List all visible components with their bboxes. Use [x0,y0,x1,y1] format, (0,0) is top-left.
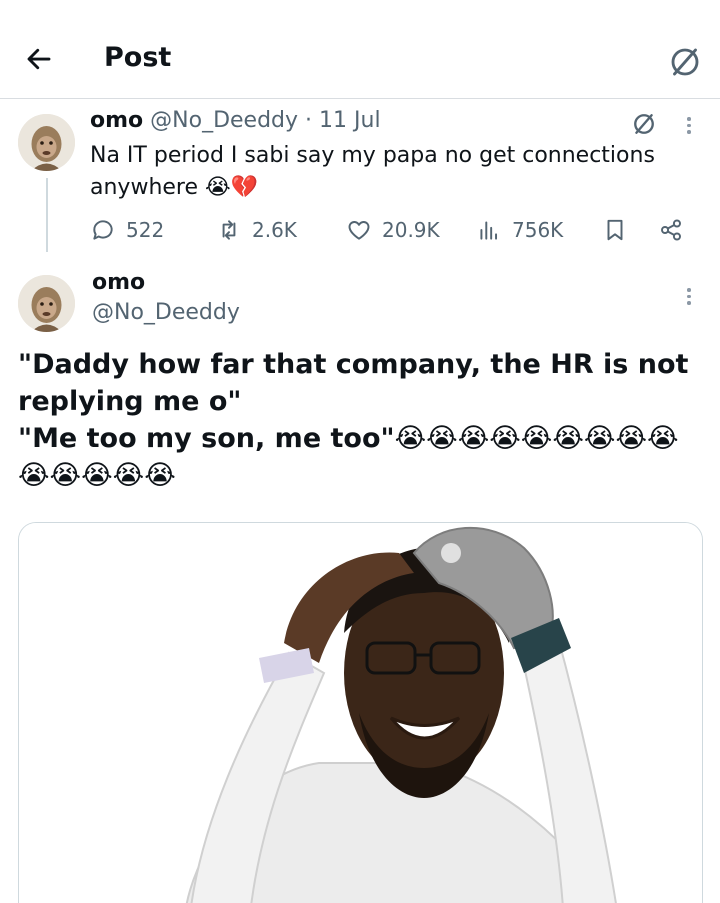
views-count: 756K [512,218,564,242]
share-button[interactable] [658,214,684,246]
parent-tweet-text: Na IT period I sabi say my papa no get c… [90,143,655,200]
thread-connector-line [46,178,48,252]
more-vertical-icon[interactable] [684,285,694,309]
reply-icon [93,220,113,240]
like-button[interactable]: 20.9K [346,214,440,246]
avatar[interactable] [18,114,75,171]
grok-icon[interactable] [667,44,703,80]
author-name[interactable]: omo [90,108,143,133]
tweet-action-bar: 522 2.6K 20.9K 756K [90,214,690,246]
parent-tweet-header: omo @No_Deeddy · 11 Jul [90,108,381,133]
views-button[interactable]: 756K [476,214,563,246]
more-vertical-icon[interactable] [684,114,694,138]
heart-icon [348,221,370,240]
repost-count: 2.6K [252,218,297,242]
main-tweet-text: "Daddy how far that company, the HR is n… [18,346,708,494]
views-chart-icon [480,221,498,240]
reply-button[interactable]: 522 [90,214,164,246]
arrow-left-icon[interactable] [24,44,54,74]
author-handle[interactable]: @No_Deeddy [150,108,298,133]
monkey-avatar-image [18,275,75,332]
main-tweet-text-line: replying me o" [18,386,242,417]
page-title: Post [104,42,172,73]
bookmark-icon [607,219,623,241]
share-icon [661,219,681,241]
bookmark-button[interactable] [602,214,628,246]
separator-dot: · [305,108,313,133]
main-tweet-text-line: "Daddy how far that company, the HR is n… [18,349,689,380]
grok-icon[interactable] [630,110,658,138]
avatar[interactable] [18,275,75,332]
main-tweet-text-line: 😭😭😭😭😭 [18,460,176,491]
repost-button[interactable]: 2.6K [216,214,297,246]
tweet-media-image[interactable] [18,522,703,903]
main-tweet-text-line: "Me too my son, me too"😭😭😭😭😭😭😭😭😭 [18,423,679,454]
monkey-avatar-image [18,114,75,171]
author-name[interactable]: omo [92,270,145,295]
tweet-date[interactable]: 11 Jul [319,108,381,133]
like-count: 20.9K [382,218,440,242]
reply-count: 522 [126,218,165,242]
top-app-bar: Post [0,0,720,99]
crying-man-photo [19,523,702,903]
repost-icon [222,220,236,240]
author-handle[interactable]: @No_Deeddy [92,300,240,325]
